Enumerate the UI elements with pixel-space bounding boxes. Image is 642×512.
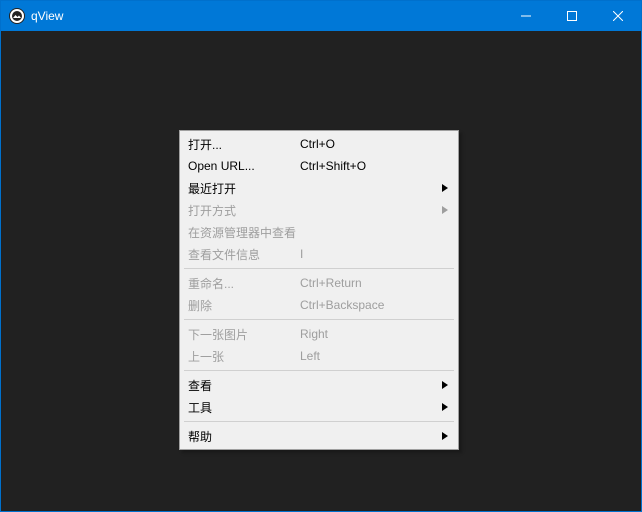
app-window: qView 打开...Ctrl+OOpen URL...Ctrl+Shift+O… <box>0 0 642 512</box>
menu-item-shortcut: Ctrl+Shift+O <box>300 159 450 173</box>
menu-item[interactable]: 最近打开 <box>182 177 456 199</box>
maximize-button[interactable] <box>549 1 595 31</box>
menu-item: 上一张Left <box>182 345 456 367</box>
chevron-right-icon <box>442 432 448 440</box>
chevron-right-icon <box>442 381 448 389</box>
titlebar[interactable]: qView <box>1 1 641 31</box>
chevron-right-icon <box>442 206 448 214</box>
menu-item-shortcut: I <box>300 247 450 261</box>
menu-item[interactable]: Open URL...Ctrl+Shift+O <box>182 155 456 177</box>
menu-item[interactable]: 查看 <box>182 374 456 396</box>
menu-separator <box>184 319 454 320</box>
chevron-right-icon <box>442 403 448 411</box>
menu-item-label: 下一张图片 <box>188 326 300 343</box>
menu-item-label: 打开方式 <box>188 202 300 219</box>
menu-item-label: 重命名... <box>188 275 300 292</box>
close-button[interactable] <box>595 1 641 31</box>
menu-item-label: 上一张 <box>188 348 300 365</box>
menu-item-label: 打开... <box>188 136 300 153</box>
menu-item[interactable]: 帮助 <box>182 425 456 447</box>
minimize-button[interactable] <box>503 1 549 31</box>
menu-item-shortcut: Ctrl+Return <box>300 276 450 290</box>
menu-item-label: 帮助 <box>188 428 300 445</box>
menu-item[interactable]: 打开...Ctrl+O <box>182 133 456 155</box>
app-icon <box>9 8 25 24</box>
menu-separator <box>184 370 454 371</box>
menu-item-label: 最近打开 <box>188 180 300 197</box>
menu-item-shortcut: Ctrl+O <box>300 137 450 151</box>
window-title: qView <box>31 9 63 23</box>
menu-item[interactable]: 工具 <box>182 396 456 418</box>
client-area[interactable]: 打开...Ctrl+OOpen URL...Ctrl+Shift+O最近打开打开… <box>2 31 640 510</box>
menu-item-shortcut: Ctrl+Backspace <box>300 298 450 312</box>
menu-item: 查看文件信息I <box>182 243 456 265</box>
chevron-right-icon <box>442 184 448 192</box>
context-menu: 打开...Ctrl+OOpen URL...Ctrl+Shift+O最近打开打开… <box>179 130 459 450</box>
menu-item-label: 工具 <box>188 399 300 416</box>
menu-separator <box>184 268 454 269</box>
menu-item: 下一张图片Right <box>182 323 456 345</box>
menu-item-shortcut: Right <box>300 327 450 341</box>
menu-item: 打开方式 <box>182 199 456 221</box>
menu-item-label: 查看 <box>188 377 300 394</box>
menu-item-label: 删除 <box>188 297 300 314</box>
menu-separator <box>184 421 454 422</box>
menu-item: 在资源管理器中查看 <box>182 221 456 243</box>
menu-item-label: 查看文件信息 <box>188 246 300 263</box>
menu-item: 重命名...Ctrl+Return <box>182 272 456 294</box>
menu-item-label: 在资源管理器中查看 <box>188 224 300 241</box>
menu-item-shortcut: Left <box>300 349 450 363</box>
menu-item-label: Open URL... <box>188 159 300 173</box>
menu-item: 删除Ctrl+Backspace <box>182 294 456 316</box>
